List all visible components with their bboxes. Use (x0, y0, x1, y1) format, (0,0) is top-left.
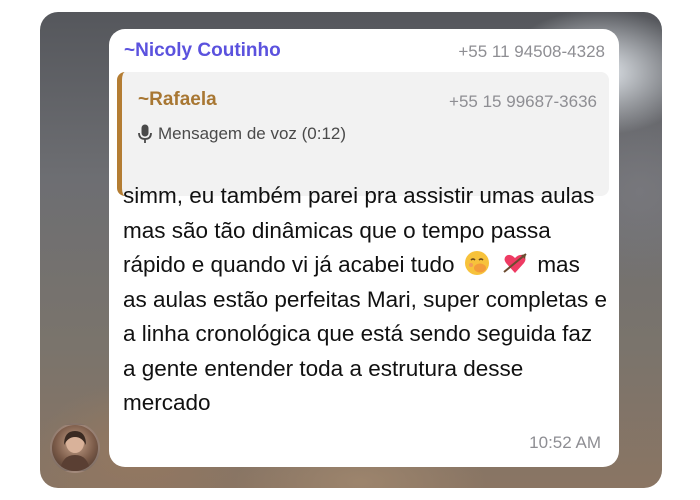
quoted-message[interactable]: ~Rafaela +55 15 99687-3636 Mensagem de v… (117, 72, 609, 196)
hand-over-mouth-emoji (464, 250, 490, 276)
quoted-sender-name: ~Rafaela (138, 89, 217, 110)
sender-phone: +55 11 94508-4328 (458, 42, 605, 61)
sender-name[interactable]: ~Nicoly Coutinho (124, 40, 281, 62)
mic-icon (138, 124, 152, 144)
quoted-voice-message: Mensagem de voz (0:12) (138, 124, 346, 144)
voice-message-label: Mensagem de voz (0:12) (158, 124, 347, 143)
sender-avatar[interactable] (50, 423, 100, 473)
message-text: simm, eu também parei pra assistir umas … (123, 179, 608, 421)
message-timestamp: 10:52 AM (529, 433, 601, 452)
heart-with-arrow-emoji (502, 250, 528, 276)
message-bubble[interactable]: ~Nicoly Coutinho +55 11 94508-4328 ~Rafa… (109, 29, 619, 467)
quoted-sender-phone: +55 15 99687-3636 (449, 92, 597, 111)
